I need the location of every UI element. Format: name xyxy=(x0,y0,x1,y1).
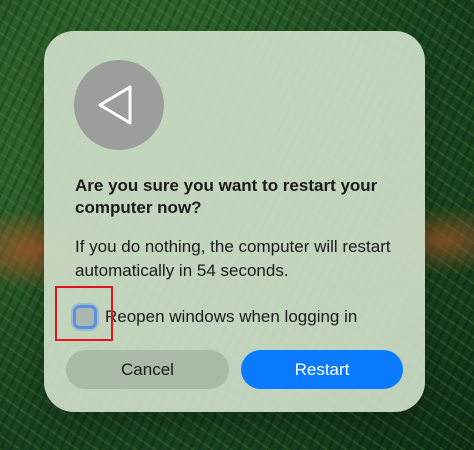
reopen-windows-label: Reopen windows when logging in xyxy=(105,307,358,326)
cancel-button[interactable]: Cancel xyxy=(66,350,229,389)
dialog-message: If you do nothing, the computer will res… xyxy=(75,237,391,280)
restart-triangle-icon xyxy=(74,60,164,150)
dialog-title: Are you sure you want to restart your co… xyxy=(75,176,378,217)
restart-button[interactable]: Restart xyxy=(241,350,403,389)
restart-dialog: Are you sure you want to restart your co… xyxy=(44,31,425,412)
reopen-windows-checkbox[interactable] xyxy=(73,305,97,329)
reopen-windows-option[interactable]: Reopen windows when logging in xyxy=(73,302,357,332)
